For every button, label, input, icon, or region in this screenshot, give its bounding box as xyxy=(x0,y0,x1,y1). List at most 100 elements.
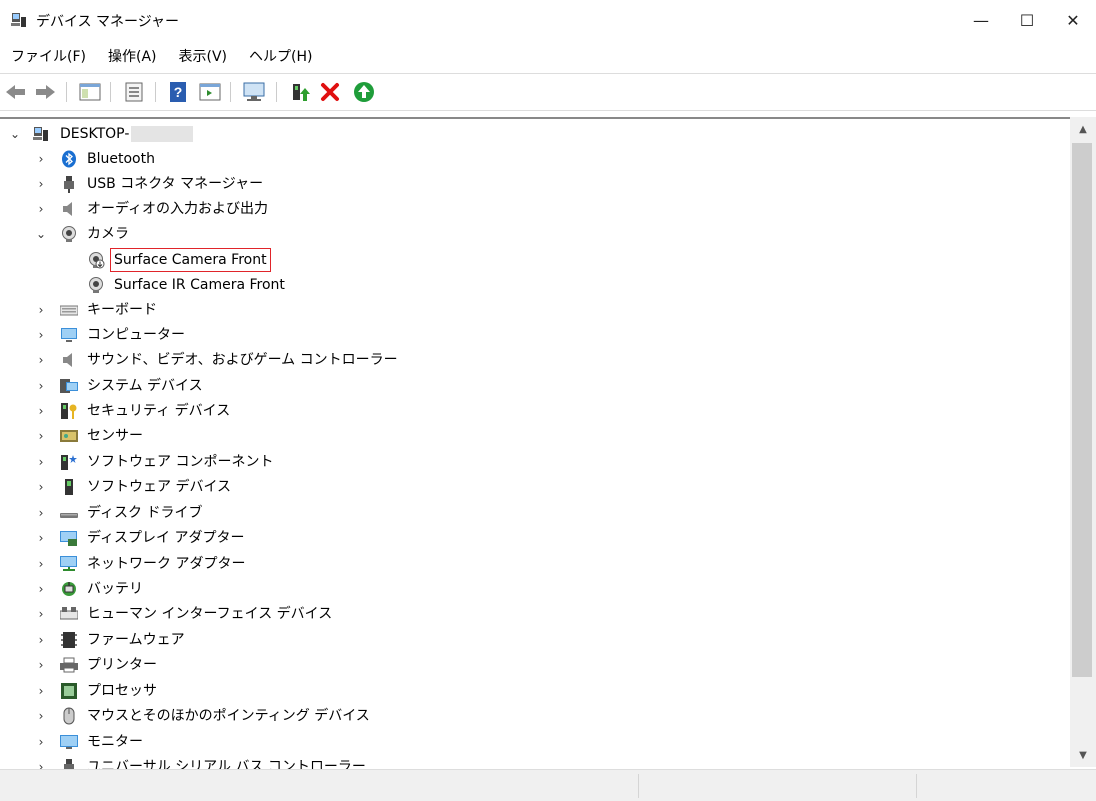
software-device-icon xyxy=(65,478,73,495)
tree-item-label: Surface IR Camera Front xyxy=(114,276,285,293)
uninstall-device-button[interactable] xyxy=(318,80,342,104)
scan-hardware-button[interactable] xyxy=(242,80,266,104)
chevron-right-icon[interactable]: › xyxy=(34,582,48,596)
processor-icon xyxy=(61,682,77,699)
printer-icon xyxy=(60,657,78,672)
computer-icon xyxy=(61,327,77,342)
tree-item-label: ユニバーサル シリアル バス コントローラー xyxy=(87,758,366,770)
action-pane-button[interactable] xyxy=(198,80,222,104)
tree-item-label: プリンター xyxy=(87,656,157,673)
tree-item-label: ファームウェア xyxy=(87,631,185,648)
scrollbar-thumb[interactable] xyxy=(1072,143,1092,677)
chevron-right-icon[interactable]: › xyxy=(34,328,48,342)
toolbar: ? xyxy=(0,73,1096,111)
tree-item-label: バッテリ xyxy=(87,580,143,597)
chevron-right-icon[interactable]: › xyxy=(34,455,48,469)
vertical-scrollbar[interactable]: ▲ ▼ xyxy=(1070,117,1096,767)
menu-file[interactable]: ファイル(F) xyxy=(0,44,97,70)
device-manager-icon xyxy=(11,13,26,27)
enable-device-icon xyxy=(354,82,374,102)
forward-button[interactable] xyxy=(33,80,57,104)
chevron-right-icon[interactable]: › xyxy=(34,506,48,520)
tree-item-label: ヒューマン インターフェイス デバイス xyxy=(87,605,333,622)
chevron-right-icon[interactable]: › xyxy=(34,379,48,393)
tree-item-label: システム デバイス xyxy=(87,377,203,394)
uninstall-device-icon xyxy=(321,83,339,101)
chevron-right-icon[interactable]: › xyxy=(34,658,48,672)
update-driver-button[interactable] xyxy=(288,80,312,104)
system-devices-icon xyxy=(60,378,78,393)
close-button[interactable]: ✕ xyxy=(1050,0,1096,40)
chevron-right-icon[interactable]: › xyxy=(34,303,48,317)
menu-action[interactable]: 操作(A) xyxy=(97,44,168,70)
chevron-down-icon: ▼ xyxy=(1079,749,1087,761)
scroll-up-button[interactable]: ▲ xyxy=(1070,119,1096,139)
status-pane xyxy=(916,774,1095,798)
disk-drive-icon xyxy=(60,512,78,518)
chevron-right-icon[interactable]: › xyxy=(34,177,48,191)
tree-item-label: Bluetooth xyxy=(87,150,155,167)
battery-icon xyxy=(62,581,76,596)
chevron-down-icon[interactable]: ⌄ xyxy=(34,227,48,241)
chevron-right-icon[interactable]: › xyxy=(34,684,48,698)
computer-root-icon xyxy=(33,126,48,141)
chevron-up-icon: ▲ xyxy=(1079,123,1087,135)
chevron-right-icon[interactable]: › xyxy=(34,480,48,494)
close-icon: ✕ xyxy=(1066,10,1080,30)
enable-device-button[interactable] xyxy=(352,80,376,104)
chevron-right-icon[interactable]: › xyxy=(34,202,48,216)
chevron-right-icon[interactable]: › xyxy=(34,531,48,545)
tree-item-label: ディスプレイ アダプター xyxy=(87,529,245,546)
camera-icon xyxy=(62,225,76,242)
maximize-button[interactable]: ☐ xyxy=(1004,0,1050,40)
security-key-icon xyxy=(61,402,77,419)
chevron-right-icon[interactable]: › xyxy=(34,404,48,418)
maximize-icon: ☐ xyxy=(1019,10,1035,30)
menu-view[interactable]: 表示(V) xyxy=(168,44,239,70)
help-button[interactable]: ? xyxy=(166,80,190,104)
status-pane xyxy=(638,774,917,798)
tree-item-label: コンピューター xyxy=(87,326,185,343)
keyboard-icon xyxy=(60,305,78,315)
scroll-down-button[interactable]: ▼ xyxy=(1070,745,1096,765)
back-button[interactable] xyxy=(4,80,28,104)
menu-bar: ファイル(F) 操作(A) 表示(V) ヘルプ(H) xyxy=(0,44,1096,70)
tree-item-label: ディスク ドライブ xyxy=(87,504,203,521)
chevron-right-icon[interactable]: › xyxy=(34,735,48,749)
chevron-right-icon[interactable]: › xyxy=(34,557,48,571)
chevron-right-icon[interactable]: › xyxy=(34,353,48,367)
bluetooth-icon xyxy=(62,150,76,167)
chevron-right-icon[interactable]: › xyxy=(34,152,48,166)
software-component-icon xyxy=(61,454,77,470)
tree-item-label: ソフトウェア デバイス xyxy=(87,478,232,495)
redacted-hostname xyxy=(131,125,194,142)
svg-text:?: ? xyxy=(174,84,183,100)
chevron-down-icon[interactable]: ⌄ xyxy=(8,127,22,141)
speaker-icon xyxy=(63,201,72,216)
tree-item-label: オーディオの入力および出力 xyxy=(87,200,269,217)
scan-hardware-icon xyxy=(243,82,265,101)
tree-item-label: マウスとそのほかのポインティング デバイス xyxy=(87,707,370,724)
tree-item-label: セキュリティ デバイス xyxy=(87,402,231,419)
root-label: DESKTOP- xyxy=(60,125,130,142)
chevron-right-icon[interactable]: › xyxy=(34,607,48,621)
display-adapter-icon xyxy=(60,530,77,546)
chevron-right-icon[interactable]: › xyxy=(34,760,48,770)
chevron-right-icon[interactable]: › xyxy=(34,709,48,723)
usb-icon xyxy=(64,175,74,193)
tree-item-label: キーボード xyxy=(87,301,157,318)
tree-item-label: ネットワーク アダプター xyxy=(87,555,246,572)
properties-button[interactable] xyxy=(122,80,146,104)
minimize-button[interactable]: — xyxy=(958,0,1004,40)
sensor-icon xyxy=(60,429,78,442)
console-tree-button[interactable] xyxy=(78,80,102,104)
speaker-icon xyxy=(63,352,72,367)
show-hide-console-tree-icon xyxy=(79,83,101,101)
tree-item-label: センサー xyxy=(87,427,143,444)
menu-help[interactable]: ヘルプ(H) xyxy=(238,44,323,70)
camera-icon xyxy=(89,251,105,268)
chevron-right-icon[interactable]: › xyxy=(34,429,48,443)
device-tree: ⌄ DESKTOP- › Bluetooth › USB コネクタ マネージャー… xyxy=(0,117,1070,769)
chevron-right-icon[interactable]: › xyxy=(34,633,48,647)
usb-controller-icon xyxy=(64,758,74,769)
